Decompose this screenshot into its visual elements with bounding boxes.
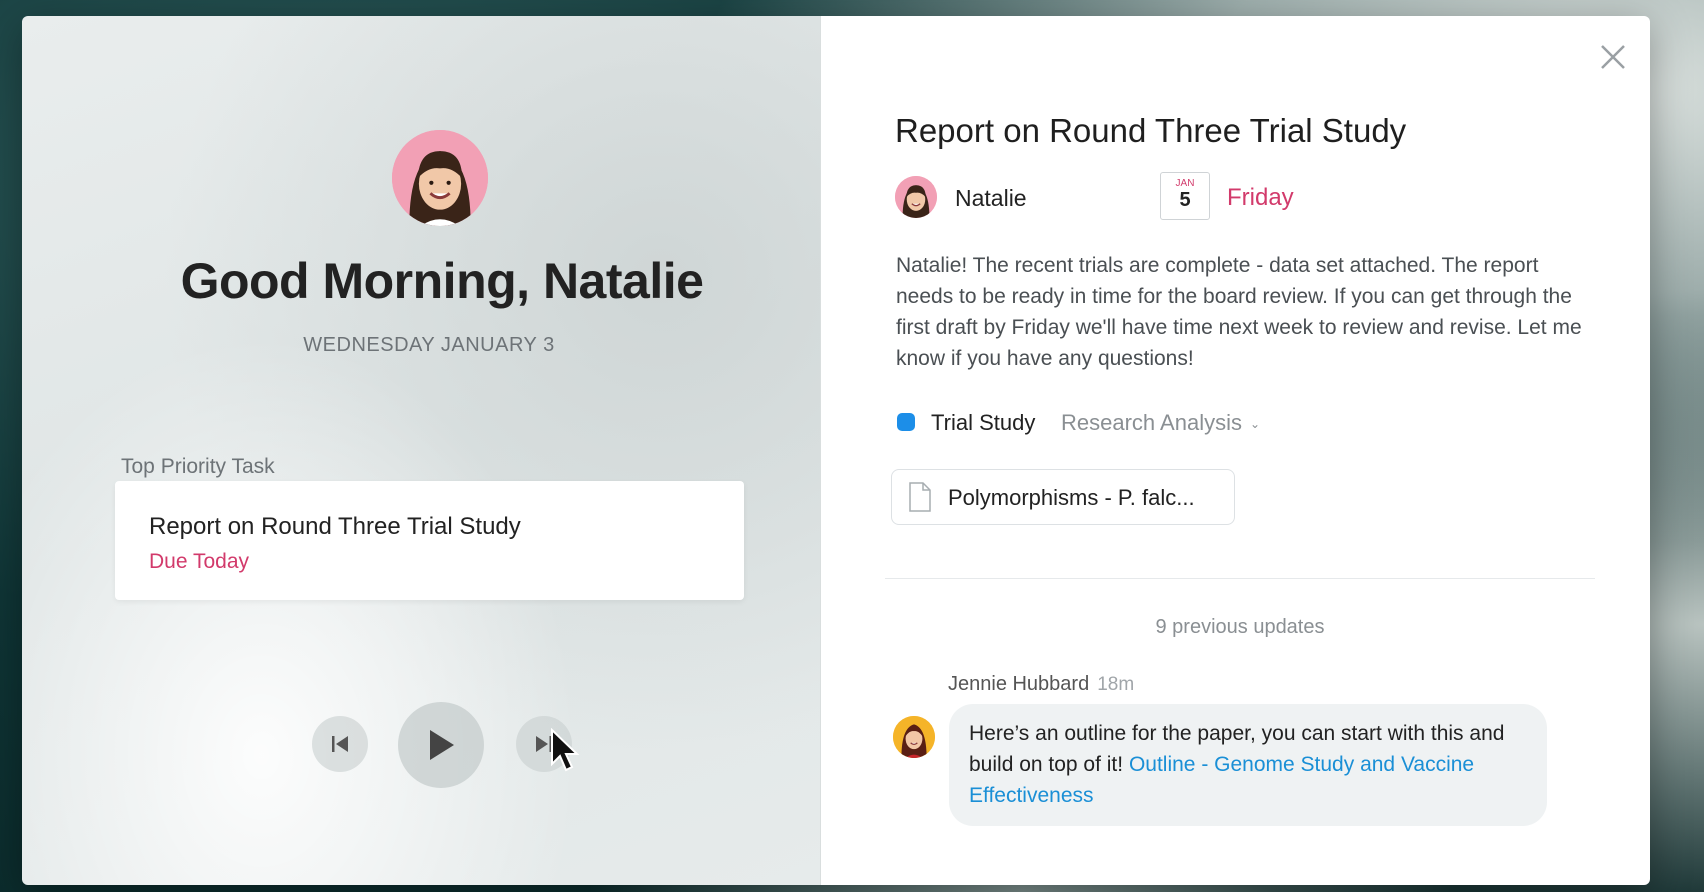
assignee-avatar-image bbox=[895, 176, 937, 218]
attachment-chip[interactable]: Polymorphisms - P. falc... bbox=[891, 469, 1235, 525]
priority-task-card[interactable]: Report on Round Three Trial Study Due To… bbox=[115, 481, 744, 600]
calendar-icon[interactable]: JAN 5 bbox=[1160, 172, 1210, 220]
play-button[interactable] bbox=[398, 702, 484, 788]
task-title[interactable]: Report on Round Three Trial Study bbox=[895, 112, 1406, 150]
section-name: Research Analysis bbox=[1061, 410, 1242, 435]
task-description[interactable]: Natalie! The recent trials are complete … bbox=[896, 250, 1586, 374]
project-name[interactable]: Trial Study bbox=[931, 410, 1035, 436]
previous-task-button[interactable] bbox=[312, 716, 368, 772]
skip-previous-icon bbox=[332, 736, 348, 752]
calendar-day-number: 5 bbox=[1179, 189, 1191, 211]
previous-updates-link[interactable]: 9 previous updates bbox=[885, 616, 1595, 639]
due-date[interactable]: Friday bbox=[1227, 184, 1294, 212]
attachment-name: Polymorphisms - P. falc... bbox=[948, 485, 1195, 510]
greeting-heading: Good Morning, Natalie bbox=[180, 253, 704, 309]
priority-label: Top Priority Task bbox=[121, 455, 275, 478]
task-detail-panel: Report on Round Three Trial Study Natali… bbox=[821, 16, 1650, 885]
commenter-avatar-image bbox=[893, 716, 935, 758]
greeting-panel: Good Morning, Natalie WEDNESDAY JANUARY … bbox=[22, 16, 821, 885]
current-date: WEDNESDAY JANUARY 3 bbox=[303, 334, 555, 356]
comment-body: Here’s an outline for the paper, you can… bbox=[969, 718, 1509, 811]
task-card-due: Due Today bbox=[149, 550, 250, 573]
user-avatar bbox=[392, 130, 488, 226]
project-color-icon bbox=[897, 413, 915, 431]
comment-author[interactable]: Jennie Hubbard bbox=[948, 673, 1089, 695]
divider bbox=[885, 578, 1595, 579]
calendar-month: JAN bbox=[1175, 178, 1195, 189]
file-icon bbox=[909, 482, 931, 512]
user-avatar-image bbox=[392, 130, 488, 226]
task-card-title: Report on Round Three Trial Study bbox=[149, 513, 521, 540]
comment-header: Jennie Hubbard 18m bbox=[948, 673, 1134, 696]
comment-time: 18m bbox=[1097, 674, 1135, 695]
task-window: Good Morning, Natalie WEDNESDAY JANUARY … bbox=[22, 16, 1650, 885]
close-icon[interactable] bbox=[1596, 40, 1630, 74]
assignee-avatar[interactable] bbox=[895, 176, 937, 218]
assignee-name[interactable]: Natalie bbox=[955, 185, 1027, 212]
chevron-down-icon: ⌄ bbox=[1249, 417, 1261, 432]
play-icon bbox=[430, 730, 454, 760]
mouse-cursor-icon bbox=[551, 728, 580, 772]
comment-bubble: Here’s an outline for the paper, you can… bbox=[949, 704, 1547, 826]
section-dropdown[interactable]: Research Analysis ⌄ bbox=[1061, 410, 1260, 436]
commenter-avatar[interactable] bbox=[893, 716, 935, 758]
